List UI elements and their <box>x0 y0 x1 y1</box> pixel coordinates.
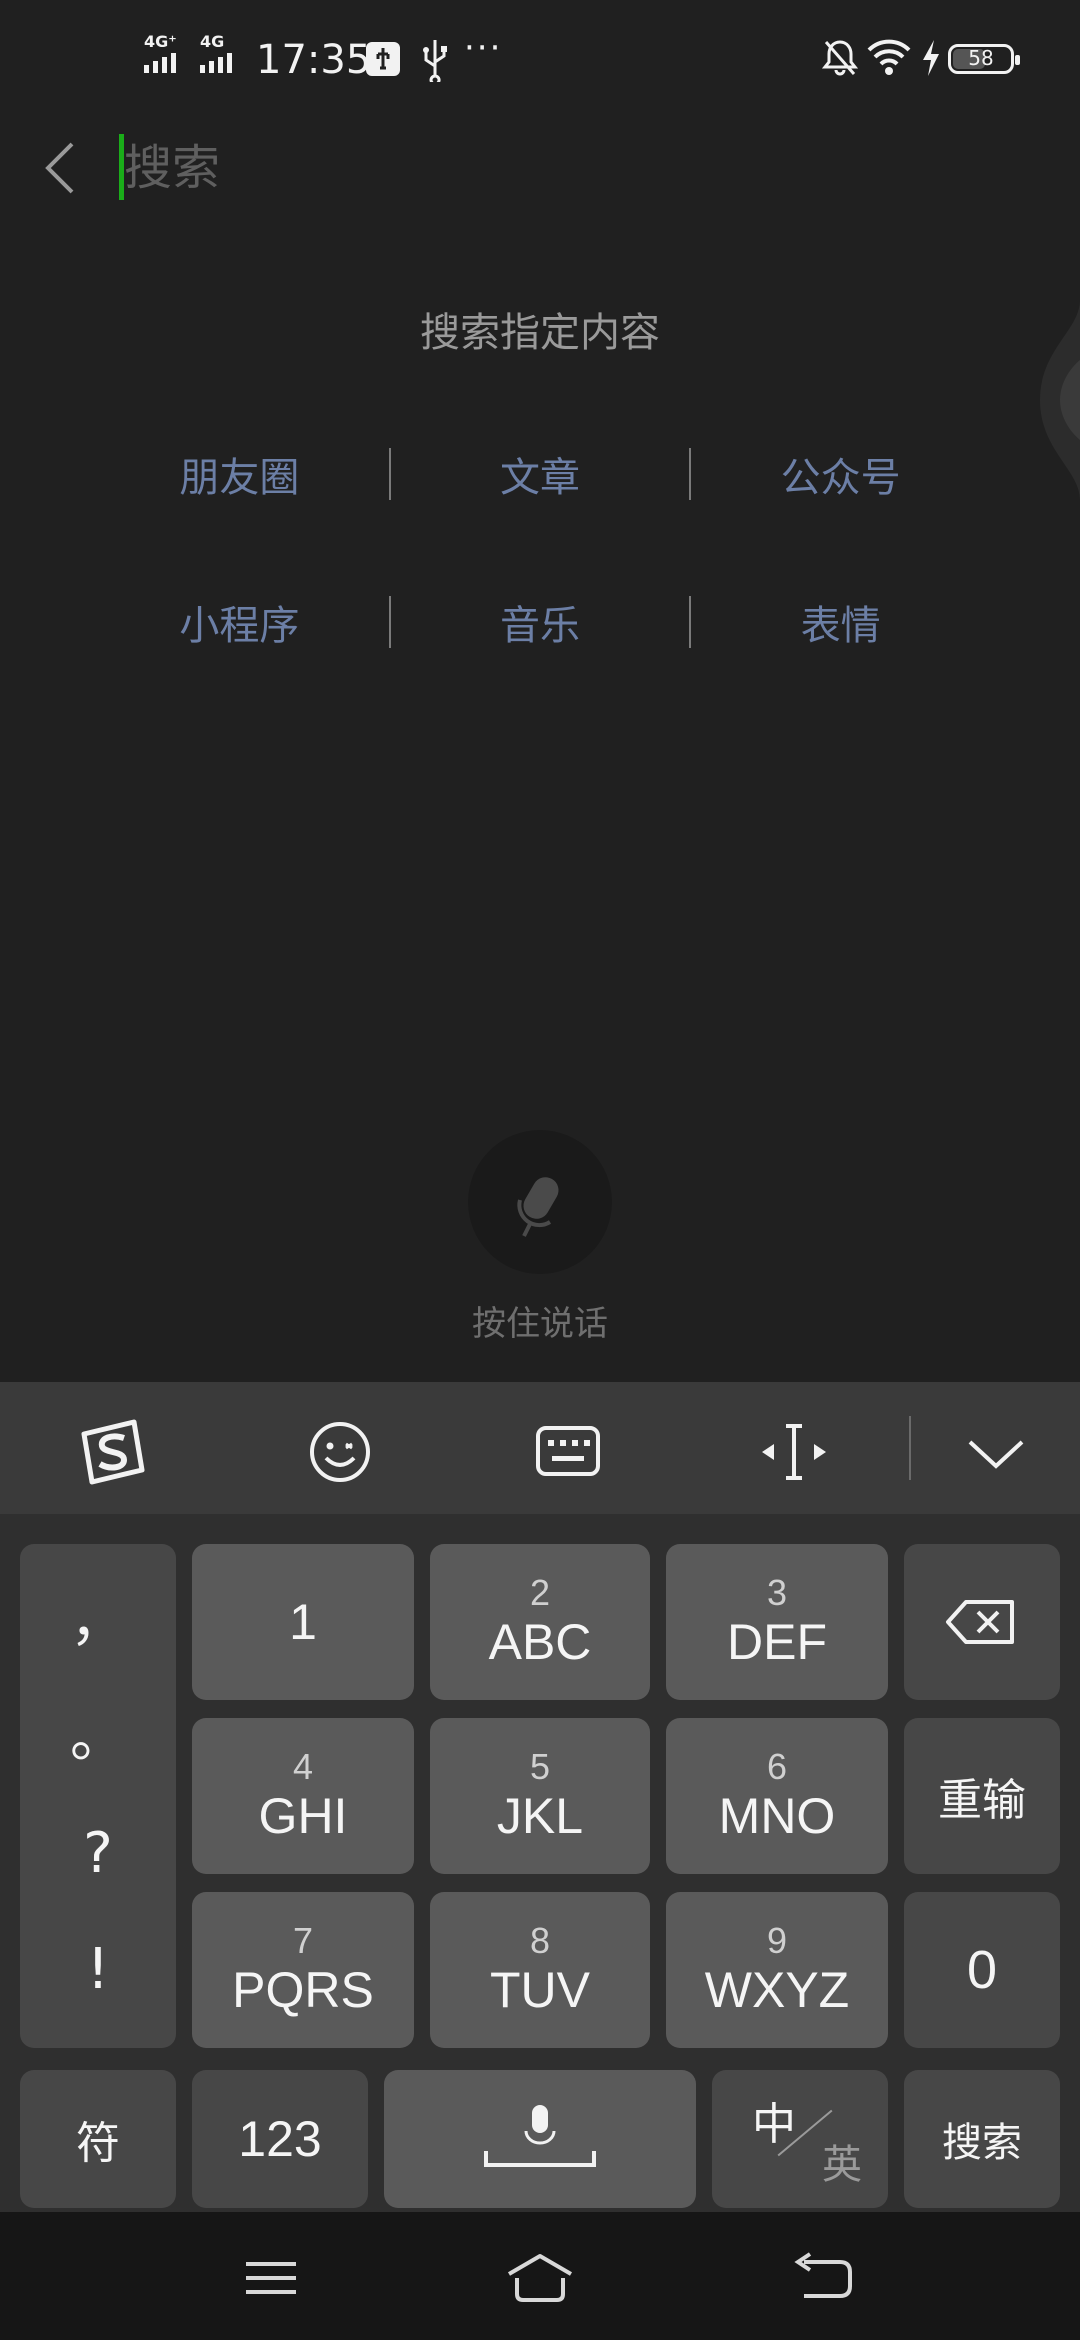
network-type: 4G⁺ <box>144 32 177 51</box>
search-hint-title: 搜索指定内容 <box>420 310 660 356</box>
network-type: 4G <box>200 32 225 51</box>
signal-4g-icon: 4G <box>200 34 232 73</box>
space-voice-icon <box>484 2105 596 2167</box>
key-period[interactable]: 。 <box>70 1708 126 1768</box>
category-articles[interactable]: 文章 <box>391 445 690 503</box>
charging-icon <box>923 40 939 76</box>
category-mini-programs[interactable]: 小程序 <box>90 593 389 651</box>
microphone-icon <box>517 1177 559 1237</box>
battery-icon: 58 <box>948 44 1020 74</box>
key-comma[interactable]: ， <box>70 1592 126 1652</box>
category-moments[interactable]: 朋友圈 <box>90 445 389 503</box>
back-icon[interactable] <box>788 2248 858 2308</box>
numbers-key[interactable]: 123 <box>192 2070 368 2208</box>
keyboard-toolbar <box>0 1382 1080 1514</box>
category-music[interactable]: 音乐 <box>391 593 690 651</box>
key-5-jkl[interactable]: 5 JKL <box>430 1718 650 1874</box>
back-arrow-icon[interactable] <box>36 136 84 200</box>
edge-handle-icon[interactable] <box>1040 300 1080 500</box>
more-notifications-icon: ··· <box>464 28 503 68</box>
keyboard: ， 。 ? ! 1 2 ABC 3 DEF 4 GHI 5 JKL 6 MNO … <box>0 1382 1080 2212</box>
key-6-mno[interactable]: 6 MNO <box>666 1718 888 1874</box>
key-1[interactable]: 1 <box>192 1544 414 1700</box>
navigation-bar <box>0 2212 1080 2340</box>
usb-icon <box>423 40 447 82</box>
key-0[interactable]: 0 <box>904 1892 1060 2048</box>
search-key[interactable]: 搜索 <box>904 2070 1060 2208</box>
home-icon[interactable] <box>505 2248 575 2308</box>
key-question[interactable]: ? <box>83 1824 113 1884</box>
category-row-1: 朋友圈 文章 公众号 <box>90 424 990 524</box>
cursor-move-icon[interactable] <box>754 1412 834 1492</box>
backspace-icon <box>946 1600 1014 1644</box>
category-row-2: 小程序 音乐 表情 <box>90 572 990 672</box>
emoji-icon[interactable] <box>300 1412 380 1492</box>
key-exclamation[interactable]: ! <box>87 1940 109 2000</box>
space-key[interactable] <box>384 2070 696 2208</box>
toolbar-divider <box>909 1416 911 1480</box>
backspace-key[interactable] <box>904 1544 1060 1700</box>
language-switch-key[interactable]: 中 英 <box>712 2070 888 2208</box>
category-official-accounts[interactable]: 公众号 <box>691 445 990 503</box>
key-7-pqrs[interactable]: 7 PQRS <box>192 1892 414 2048</box>
keyboard-icon[interactable] <box>528 1412 608 1492</box>
key-4-ghi[interactable]: 4 GHI <box>192 1718 414 1874</box>
voice-hint-label: 按住说话 <box>472 1304 608 1344</box>
key-2-abc[interactable]: 2 ABC <box>430 1544 650 1700</box>
key-3-def[interactable]: 3 DEF <box>666 1544 888 1700</box>
collapse-keyboard-icon[interactable] <box>956 1412 1036 1492</box>
reinput-key[interactable]: 重输 <box>904 1718 1060 1874</box>
wifi-icon <box>867 39 911 75</box>
menu-icon[interactable] <box>236 2248 306 2308</box>
symbols-key[interactable]: 符 <box>20 2070 176 2208</box>
punctuation-column: ， 。 ? ! <box>20 1544 176 2048</box>
key-8-tuv[interactable]: 8 TUV <box>430 1892 650 2048</box>
key-9-wxyz[interactable]: 9 WXYZ <box>666 1892 888 2048</box>
clock: 17:35 <box>256 37 372 83</box>
status-bar: 4G⁺ 4G 17:35 ··· 58 <box>0 0 1080 120</box>
bell-muted-icon <box>822 40 858 76</box>
category-stickers[interactable]: 表情 <box>691 593 990 651</box>
key-area: ， 。 ? ! 1 2 ABC 3 DEF 4 GHI 5 JKL 6 MNO … <box>0 1514 1080 2212</box>
usb-debug-icon <box>366 42 400 76</box>
battery-percent: 58 <box>968 46 994 70</box>
voice-input-button[interactable] <box>468 1130 612 1274</box>
sogou-logo-icon[interactable] <box>72 1412 152 1492</box>
signal-4g-plus-icon: 4G⁺ <box>144 34 177 73</box>
search-input[interactable] <box>124 130 1004 206</box>
